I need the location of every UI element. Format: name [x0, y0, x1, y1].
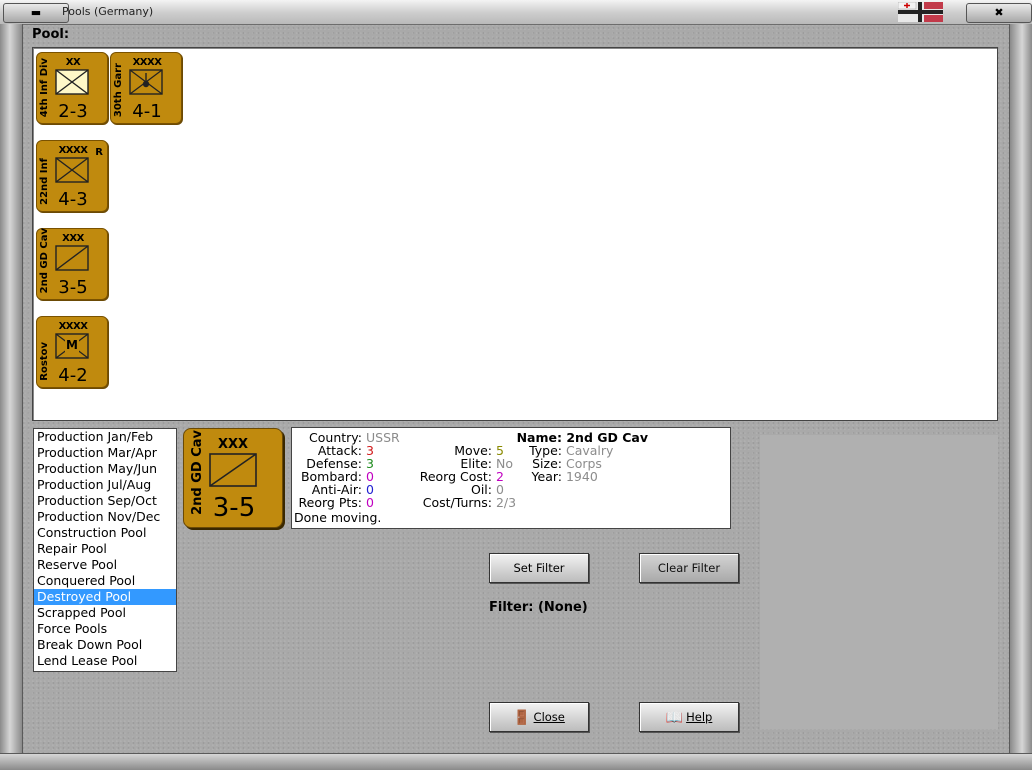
pool-label: Pool:: [32, 27, 70, 42]
unit-counter[interactable]: Rostov XXXX M 4-2: [36, 316, 108, 388]
list-item[interactable]: Production Jul/Aug: [34, 477, 176, 493]
list-item[interactable]: Conquered Pool: [34, 573, 176, 589]
year-label: Year:: [531, 469, 562, 484]
pool-list[interactable]: Production Jan/Feb Production Mar/Apr Pr…: [33, 428, 177, 672]
counter-size: XXXX: [132, 57, 162, 68]
window-frame-bottom: [0, 753, 1032, 770]
counter-size: XXXX: [58, 321, 88, 332]
counter-strength: 2-3: [58, 101, 88, 122]
year-value: 1940: [565, 469, 598, 484]
list-item[interactable]: Construction Pool: [34, 525, 176, 541]
list-item[interactable]: Production Jan/Feb: [34, 429, 176, 445]
pool-area[interactable]: 4th Inf Div XX 2-3 30th Garr XXXX 4-1 22…: [32, 47, 998, 421]
window-frame-right: [1009, 24, 1032, 754]
close-button-label: Close: [533, 710, 565, 724]
unit-counter[interactable]: 4th Inf Div XX 2-3: [36, 52, 108, 124]
close-window-button[interactable]: ✖: [966, 3, 1032, 23]
counter-strength: 3-5: [58, 277, 88, 298]
minimize-icon: ▬: [30, 6, 42, 19]
counter-size: XXXX: [58, 145, 88, 156]
unit-info-panel: Country: USSR Attack: 3 Defense: 3 Bomba…: [291, 427, 731, 529]
cavalry-symbol-icon: [209, 453, 257, 487]
window-frame-left: [0, 24, 23, 754]
reorg-pts-value: 0: [365, 495, 374, 510]
unit-counter[interactable]: 2nd GD Cav XXX 3-5: [36, 228, 108, 300]
counter-reserve-mark: R: [95, 147, 103, 158]
close-button[interactable]: 🚪 Close: [489, 702, 589, 732]
help-button[interactable]: 📖 Help: [639, 702, 739, 732]
counter-strength: 4-1: [132, 101, 162, 122]
reorg-pts-label: Reorg Pts:: [298, 495, 362, 510]
cavalry-symbol-icon: [55, 245, 89, 271]
militia-symbol-icon: M: [55, 333, 89, 359]
list-item[interactable]: Force Pools: [34, 621, 176, 637]
list-item[interactable]: Repair Pool: [34, 541, 176, 557]
unit-counter[interactable]: 30th Garr XXXX 4-1: [110, 52, 182, 124]
close-icon: ✖: [994, 6, 1004, 19]
selected-unit-counter: 2nd GD Cav XXX 3-5: [183, 428, 283, 528]
window-title: Pools (Germany): [62, 5, 154, 18]
list-item[interactable]: Production Nov/Dec: [34, 509, 176, 525]
counter-strength: 4-3: [58, 189, 88, 210]
unit-preview-panel: [760, 435, 998, 729]
counter-strength: 4-2: [58, 365, 88, 386]
help-button-label: Help: [686, 710, 713, 724]
militia-mark: M: [66, 338, 78, 352]
infantry-symbol-icon: [55, 157, 89, 183]
list-item[interactable]: Break Down Pool: [34, 637, 176, 653]
selected-counter-size: XXX: [217, 437, 249, 452]
cost-turns-value: 2/3: [495, 495, 517, 510]
door-exit-icon: 🚪: [513, 709, 531, 726]
list-item[interactable]: Production Mar/Apr: [34, 445, 176, 461]
clear-filter-button[interactable]: Clear Filter: [639, 553, 739, 583]
counter-name: 4th Inf Div: [39, 57, 50, 117]
status-text: Done moving.: [294, 510, 382, 525]
selected-counter-name: 2nd GD Cav: [190, 430, 205, 515]
set-filter-button[interactable]: Set Filter: [489, 553, 589, 583]
counter-size: XX: [65, 57, 81, 68]
book-icon: 📖: [665, 709, 684, 726]
list-item[interactable]: Reserve Pool: [34, 557, 176, 573]
counter-name: 30th Garr: [113, 62, 124, 117]
list-item[interactable]: Production Sep/Oct: [34, 493, 176, 509]
counter-name: Rostov: [39, 342, 50, 381]
counter-size: XXX: [62, 233, 84, 244]
counter-name: 22nd Inf: [39, 158, 50, 205]
unit-counter[interactable]: 22nd Inf XXXX R 4-3: [36, 140, 108, 212]
filter-status: Filter: (None): [489, 600, 588, 615]
list-item[interactable]: Scrapped Pool: [34, 605, 176, 621]
germany-flag-icon: [898, 2, 943, 22]
title-bar: ▬ Pools (Germany) ✖: [0, 0, 1032, 25]
list-item[interactable]: Lend Lease Pool: [34, 653, 176, 669]
minimize-button[interactable]: ▬: [3, 3, 69, 23]
infantry-symbol-icon: [55, 69, 89, 95]
counter-name: 2nd GD Cav: [39, 227, 50, 293]
list-item-selected[interactable]: Destroyed Pool: [34, 589, 176, 605]
cost-turns-label: Cost/Turns:: [422, 495, 492, 510]
list-item[interactable]: Production May/Jun: [34, 461, 176, 477]
garrison-symbol-icon: [129, 69, 163, 95]
selected-counter-strength: 3-5: [212, 493, 256, 523]
